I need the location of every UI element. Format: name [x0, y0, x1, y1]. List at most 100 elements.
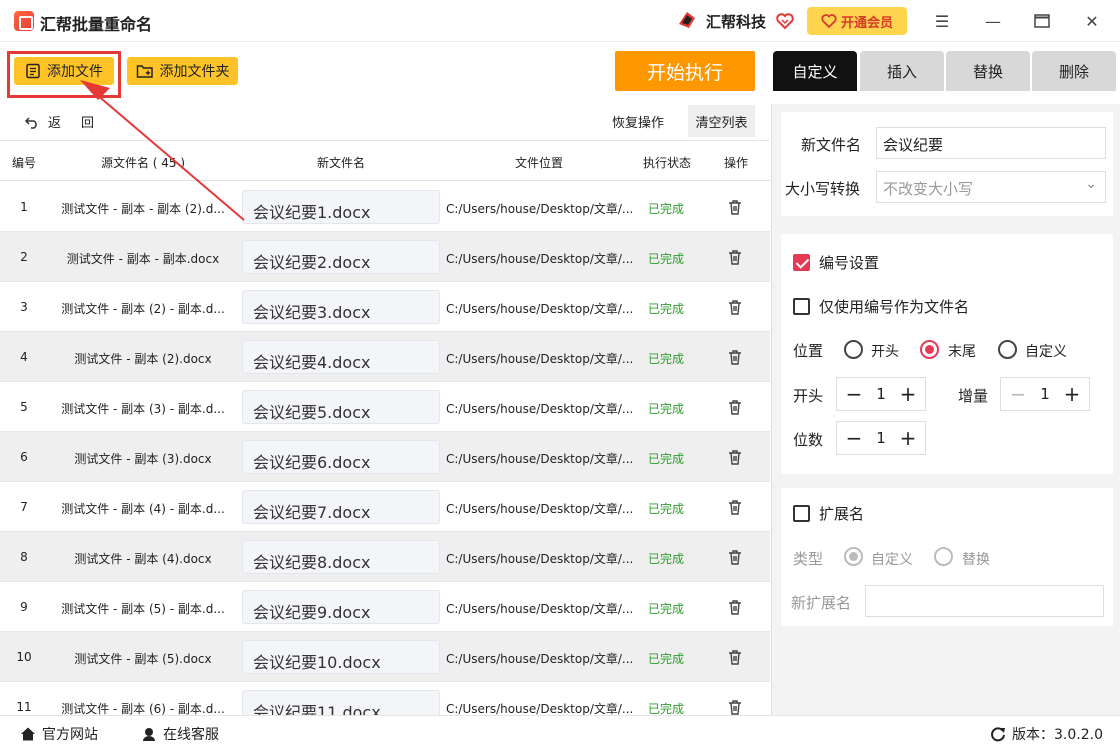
minus-icon[interactable]: −: [845, 426, 863, 450]
tab-delete[interactable]: 删除: [1032, 51, 1116, 91]
back-button[interactable]: 返 回: [24, 112, 94, 131]
extension-checkbox[interactable]: [793, 505, 810, 522]
tab-replace[interactable]: 替换: [946, 51, 1030, 91]
table-row[interactable]: 4 测试文件 - 副本 (2).docx 会议纪要4.docx C:/Users…: [0, 332, 770, 382]
row-new-name-field[interactable]: 会议纪要5.docx: [242, 390, 440, 424]
row-num: 8: [20, 550, 28, 564]
row-location: C:/Users/house/Desktop/文章/...: [446, 402, 634, 416]
case-select[interactable]: 不改变大小写 ⌄: [876, 171, 1106, 203]
table-row[interactable]: 2 测试文件 - 副本 - 副本.docx 会议纪要2.docx C:/User…: [0, 232, 770, 282]
trash-icon[interactable]: [726, 448, 744, 466]
row-num: 10: [16, 650, 32, 664]
row-new-name-field[interactable]: 会议纪要2.docx: [242, 240, 440, 274]
row-location: C:/Users/house/Desktop/文章/...: [446, 702, 634, 715]
new-ext-input[interactable]: [865, 585, 1104, 617]
new-name-input[interactable]: 会议纪要: [876, 127, 1106, 159]
increment-label: 增量: [958, 387, 989, 405]
minimize-icon[interactable]: —: [980, 9, 1006, 33]
trash-icon[interactable]: [726, 648, 744, 666]
maximize-icon[interactable]: [1029, 9, 1055, 33]
row-new-name-field[interactable]: 会议纪要10.docx: [242, 640, 440, 674]
table-row[interactable]: 8 测试文件 - 副本 (4).docx 会议纪要8.docx C:/Users…: [0, 532, 770, 582]
menu-icon[interactable]: ☰: [929, 9, 955, 33]
extension-label: 扩展名: [819, 505, 865, 523]
header-location: 文件位置: [514, 156, 563, 170]
table-row[interactable]: 9 测试文件 - 副本 (5) - 副本.d... 会议纪要9.docx C:/…: [0, 582, 770, 632]
settings-panel: 新文件名 会议纪要 大小写转换 不改变大小写 ⌄ 编号设置 仅使用编号作为文件名…: [771, 104, 1120, 715]
row-new-name-field[interactable]: 会议纪要8.docx: [242, 540, 440, 574]
table-row[interactable]: 1 测试文件 - 副本 - 副本 (2).d... 会议纪要1.docx C:/…: [0, 182, 770, 232]
numbering-checkbox[interactable]: [793, 254, 810, 271]
row-status: 已完成: [648, 452, 685, 466]
trash-icon[interactable]: [726, 698, 744, 715]
numbering-label: 编号设置: [819, 254, 880, 272]
row-new-name-field[interactable]: 会议纪要1.docx: [242, 190, 440, 224]
position-end-radio[interactable]: [920, 340, 939, 359]
row-new-name-field[interactable]: 会议纪要9.docx: [242, 590, 440, 624]
plus-icon[interactable]: +: [899, 426, 917, 450]
digits-stepper[interactable]: − 1 +: [836, 421, 926, 455]
only-number-checkbox[interactable]: [793, 298, 810, 315]
trash-icon[interactable]: [726, 498, 744, 516]
minus-icon[interactable]: −: [845, 382, 863, 406]
plus-icon[interactable]: +: [899, 382, 917, 406]
row-new-name-field[interactable]: 会议纪要4.docx: [242, 340, 440, 374]
row-location: C:/Users/house/Desktop/文章/...: [446, 252, 634, 266]
row-num: 1: [20, 200, 28, 214]
clear-list-button[interactable]: 清空列表: [688, 105, 755, 137]
position-start-radio[interactable]: [844, 340, 863, 359]
table-row[interactable]: 7 测试文件 - 副本 (4) - 副本.d... 会议纪要7.docx C:/…: [0, 482, 770, 532]
start-button[interactable]: 开始执行: [615, 51, 755, 91]
trash-icon[interactable]: [726, 348, 744, 366]
increment-stepper[interactable]: − 1 +: [1000, 377, 1090, 411]
type-replace-radio[interactable]: [934, 547, 953, 566]
increment-value: 1: [1040, 385, 1050, 403]
digits-label: 位数: [793, 431, 824, 449]
add-file-button[interactable]: 添加文件: [14, 57, 114, 85]
row-new-name-field[interactable]: 会议纪要7.docx: [242, 490, 440, 524]
table-row[interactable]: 3 测试文件 - 副本 (2) - 副本.d... 会议纪要3.docx C:/…: [0, 282, 770, 332]
start-stepper[interactable]: − 1 +: [836, 377, 926, 411]
minus-icon[interactable]: −: [1009, 382, 1027, 406]
restore-button[interactable]: 恢复操作: [604, 105, 672, 137]
trash-icon[interactable]: [726, 598, 744, 616]
table-row[interactable]: 11 测试文件 - 副本 (6) - 副本.d... 会议纪要11.docx C…: [0, 682, 770, 715]
plus-icon[interactable]: +: [1063, 382, 1081, 406]
row-num: 3: [20, 300, 28, 314]
add-file-label: 添加文件: [47, 64, 103, 80]
trash-icon[interactable]: [726, 198, 744, 216]
trash-icon[interactable]: [726, 398, 744, 416]
app-title: 汇帮批量重命名: [40, 15, 153, 34]
position-end-label: 末尾: [948, 344, 976, 360]
title-bar: 汇帮批量重命名 汇帮科技 开通会员 ☰ — ✕: [0, 0, 1120, 42]
tab-insert[interactable]: 插入: [860, 51, 944, 91]
row-new-name-field[interactable]: 会议纪要3.docx: [242, 290, 440, 324]
brand-name: 汇帮科技: [706, 13, 767, 31]
row-num: 11: [16, 700, 32, 714]
table-row[interactable]: 10 测试文件 - 副本 (5).docx 会议纪要10.docx C:/Use…: [0, 632, 770, 682]
table-row[interactable]: 5 测试文件 - 副本 (3) - 副本.d... 会议纪要5.docx C:/…: [0, 382, 770, 432]
add-folder-button[interactable]: 添加文件夹: [127, 57, 238, 85]
row-new-name-field[interactable]: 会议纪要11.docx: [242, 690, 440, 715]
extension-card: 扩展名 类型 自定义 替换 新扩展名: [781, 488, 1113, 626]
new-ext-label: 新扩展名: [791, 594, 852, 612]
back-label-1: 返: [48, 116, 62, 131]
trash-icon[interactable]: [726, 548, 744, 566]
trash-icon[interactable]: [726, 248, 744, 266]
new-name-label: 新文件名: [801, 136, 862, 154]
service-link[interactable]: 在线客服: [141, 724, 219, 744]
row-status: 已完成: [648, 202, 685, 216]
website-link[interactable]: 官方网站: [20, 724, 98, 744]
trash-icon[interactable]: [726, 298, 744, 316]
type-custom-radio[interactable]: [844, 547, 863, 566]
vip-button[interactable]: 开通会员: [807, 7, 907, 35]
row-new-name-field[interactable]: 会议纪要6.docx: [242, 440, 440, 474]
settings-tabs: 自定义 插入 替换 删除: [773, 51, 1120, 91]
heart-icon[interactable]: [775, 11, 795, 31]
close-icon[interactable]: ✕: [1079, 9, 1105, 33]
table-row[interactable]: 6 测试文件 - 副本 (3).docx 会议纪要6.docx C:/Users…: [0, 432, 770, 482]
tab-custom[interactable]: 自定义: [773, 51, 857, 91]
version-info[interactable]: 版本：3.0.2.0: [990, 724, 1103, 744]
position-custom-radio[interactable]: [998, 340, 1017, 359]
row-status: 已完成: [648, 652, 685, 666]
